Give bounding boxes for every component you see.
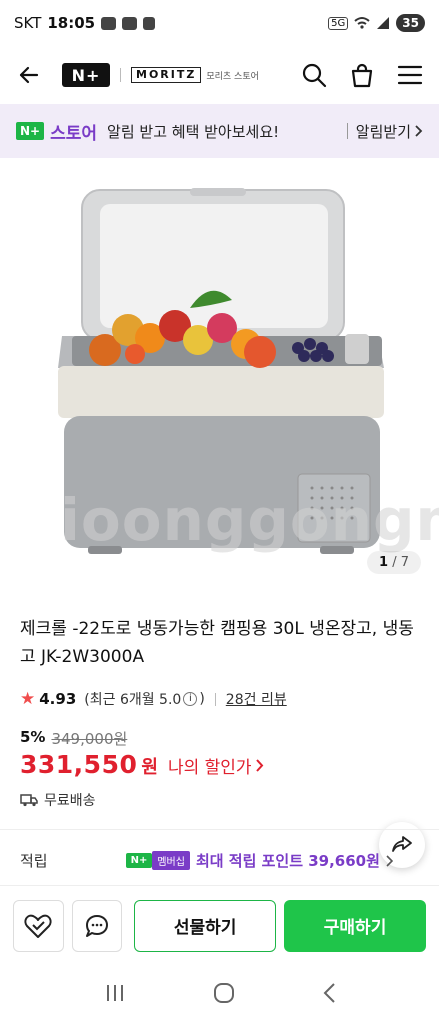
buy-button[interactable]: 구매하기 xyxy=(284,899,426,952)
gift-button[interactable]: 선물하기 xyxy=(134,899,277,952)
store-logo: N+ 스토어 xyxy=(16,119,97,144)
chat-bubble-icon xyxy=(85,914,108,937)
back-button[interactable] xyxy=(12,58,46,92)
home-button[interactable] xyxy=(213,982,235,1008)
menu-button[interactable] xyxy=(393,58,427,92)
my-discount-price-label: 나의 할인가 xyxy=(167,758,252,778)
system-nav-bar xyxy=(0,965,439,1024)
banner-message: 알림 받고 혜택 받아보세요! xyxy=(107,122,280,141)
wishlist-button[interactable] xyxy=(13,899,64,952)
price-row: 331,550 원 나의 할인가 xyxy=(20,750,264,779)
heart-check-icon xyxy=(24,914,52,938)
points-label: 적립 xyxy=(20,852,48,870)
review-count-link[interactable]: 28건 리뷰 xyxy=(226,689,287,709)
brand-logo[interactable]: MORITZ xyxy=(131,67,202,83)
recent-rating-close: ) xyxy=(199,691,205,707)
recent-apps-icon xyxy=(106,984,123,1001)
image-page-total: / 7 xyxy=(392,555,409,570)
shipping-row: 무료배송 xyxy=(20,790,96,810)
product-title: 제크롤 -22도로 냉동가능한 캠핑용 30L 냉온장고, 냉동고 JK-2W3… xyxy=(20,619,414,667)
section-divider xyxy=(0,829,439,830)
notification-icon xyxy=(101,16,117,30)
max-points-text: 최대 적립 포인트 39,660원 xyxy=(195,852,380,870)
search-icon xyxy=(302,63,327,88)
home-icon xyxy=(213,982,234,1003)
hamburger-menu-icon xyxy=(397,65,423,85)
store-word: 스토어 xyxy=(50,123,98,144)
nplus-membership-badge: N+ xyxy=(125,853,153,868)
nplus-badge: N+ xyxy=(16,122,45,140)
app-notification-icon xyxy=(122,16,138,30)
star-icon: ★ xyxy=(20,689,36,709)
chevron-right-icon xyxy=(415,125,423,137)
arrow-left-icon xyxy=(19,66,39,84)
clock: 18:05 xyxy=(47,14,96,32)
network-label: 5G xyxy=(328,16,349,30)
back-nav-button[interactable] xyxy=(322,982,336,1008)
carrier-label: SKT xyxy=(14,14,42,32)
chevron-right-icon xyxy=(255,759,263,772)
membership-badge-label: 멤버십 xyxy=(152,851,190,870)
image-watermark: ioonggongm xyxy=(60,486,439,554)
nplus-logo[interactable]: N+ xyxy=(62,63,110,87)
shipping-label: 무료배송 xyxy=(44,793,96,809)
price-unit: 원 xyxy=(141,757,158,778)
signal-icon xyxy=(377,17,390,29)
search-button[interactable] xyxy=(297,58,331,92)
cart-button[interactable] xyxy=(345,58,379,92)
notification-banner[interactable]: N+ 스토어 알림 받고 혜택 받아보세요! 알림받기 xyxy=(0,104,439,158)
rating-row: ★ 4.93 (최근 6개월 5.0 i ) 28건 리뷰 xyxy=(20,689,287,709)
brand-store-name: 모리츠 스토어 xyxy=(206,71,259,82)
bottom-action-bar: 선물하기 구매하기 xyxy=(0,885,439,965)
image-page-indicator: 1 / 7 xyxy=(367,551,421,574)
rating-divider xyxy=(214,692,216,706)
points-row[interactable]: 적립 N+ 멤버십 최대 적립 포인트 39,660원 xyxy=(20,850,425,871)
recent-rating: (최근 6개월 5.0 xyxy=(84,692,182,708)
my-discount-price-link[interactable]: 나의 할인가 xyxy=(168,753,264,778)
info-icon[interactable]: i xyxy=(183,692,198,706)
recent-apps-button[interactable] xyxy=(104,983,126,1007)
banner-divider xyxy=(346,123,348,139)
discount-rate: 5% xyxy=(20,728,46,746)
subscribe-alert-link[interactable]: 알림받기 xyxy=(356,121,423,142)
subscribe-alert-label: 알림받기 xyxy=(355,122,411,141)
battery-indicator: 35 xyxy=(396,14,425,32)
top-header: N+ MORITZ 모리츠 스토어 xyxy=(0,46,439,104)
chat-button[interactable] xyxy=(71,899,123,952)
status-bar: SKT 18:05 5G 35 xyxy=(0,0,439,46)
truck-icon xyxy=(20,794,38,807)
brand-divider xyxy=(120,68,121,82)
message-icon xyxy=(143,16,156,30)
back-chevron-icon xyxy=(323,982,335,1003)
sale-price: 331,550 xyxy=(20,750,138,779)
wifi-icon xyxy=(354,17,370,29)
rating-score: 4.93 xyxy=(39,690,77,708)
original-price: 349,000원 xyxy=(51,730,128,748)
chevron-right-icon xyxy=(386,854,393,867)
product-image-carousel[interactable]: ioonggongm 1 / 7 xyxy=(0,158,439,588)
image-page-current: 1 xyxy=(379,555,389,570)
discount-row: 5% 349,000원 xyxy=(20,728,127,749)
shopping-bag-icon xyxy=(351,63,373,88)
